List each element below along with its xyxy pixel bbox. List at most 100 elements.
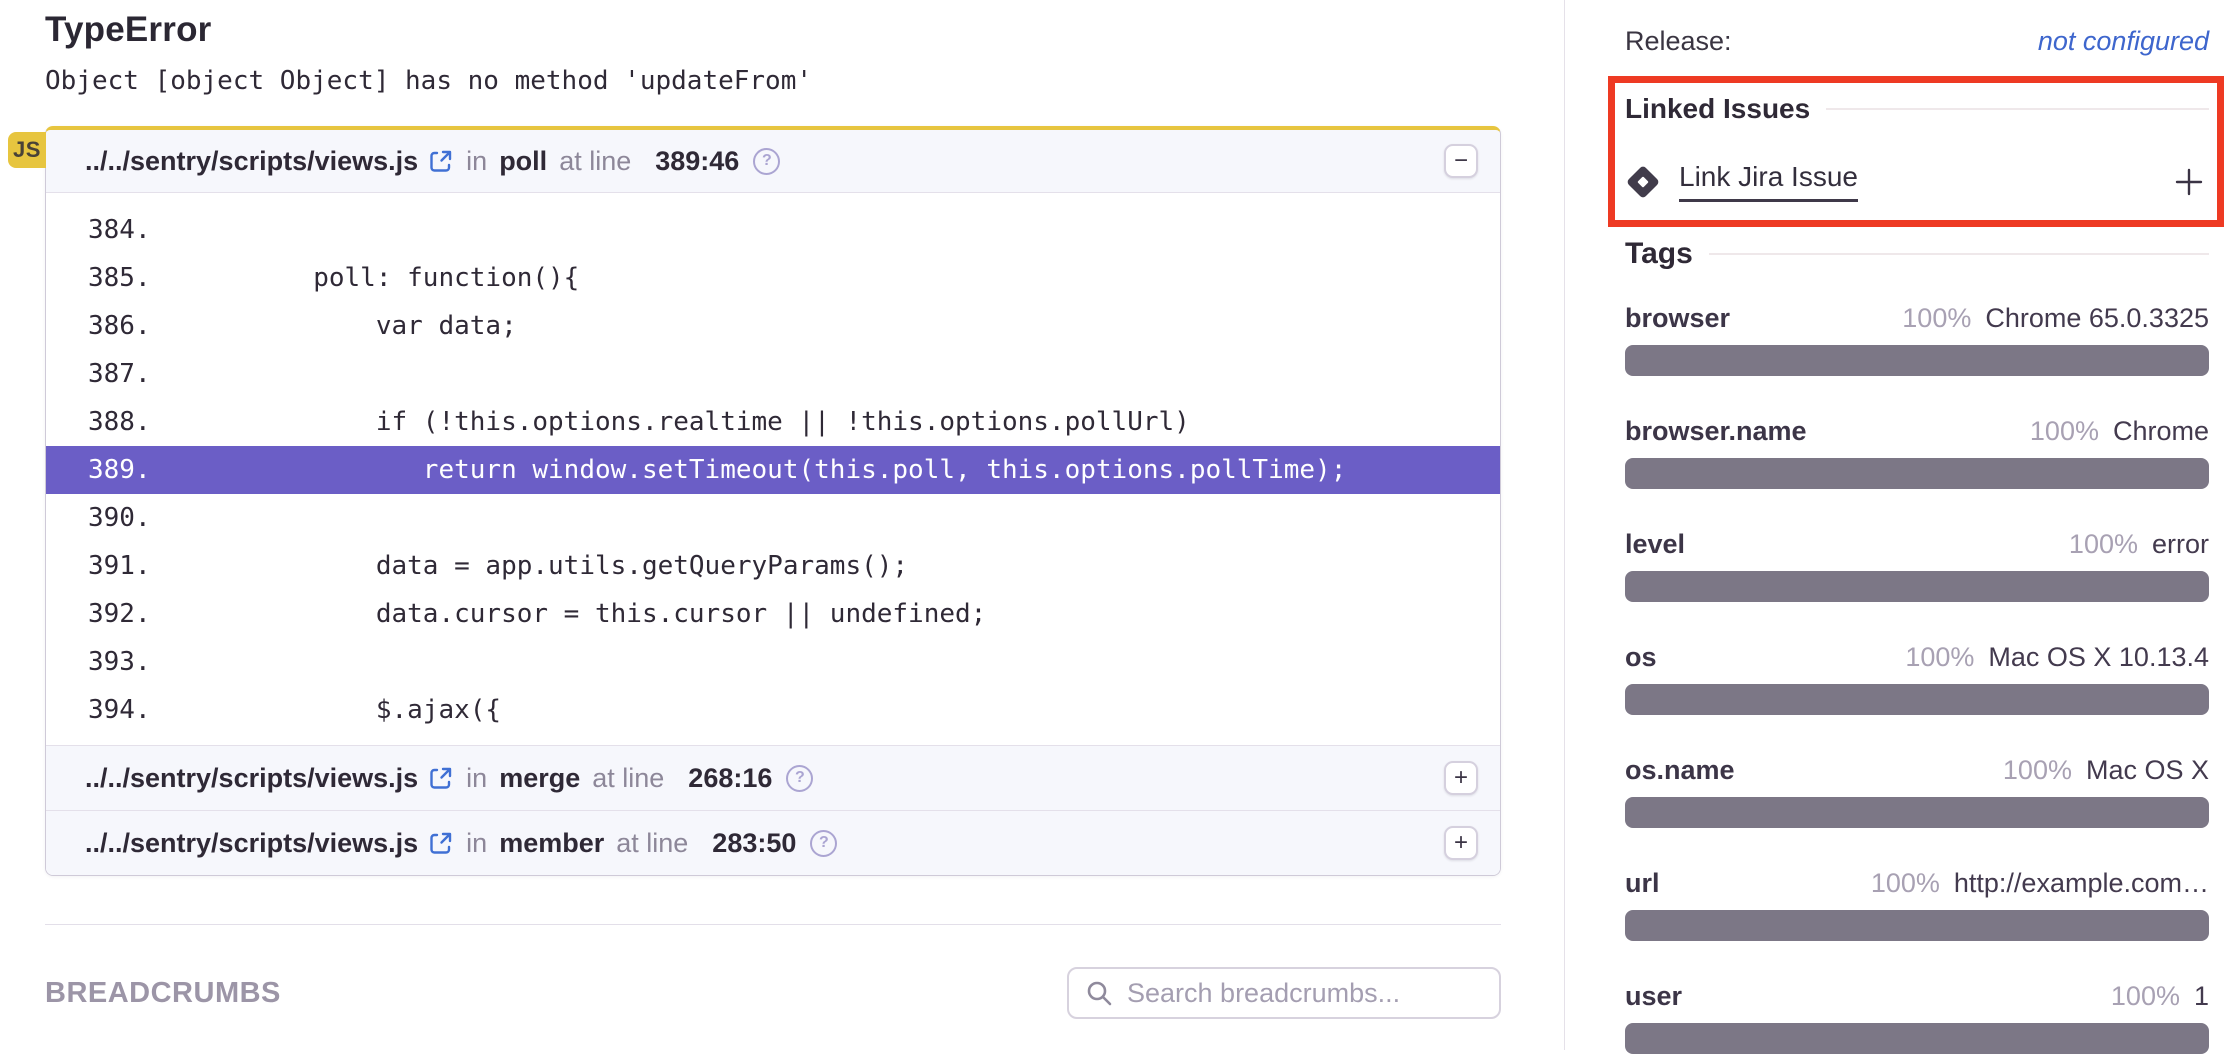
- tags-heading: Tags: [1625, 237, 2209, 271]
- tag-value[interactable]: Chrome 65.0.3325: [1985, 303, 2209, 334]
- tag-value[interactable]: http://example.com…: [1954, 868, 2209, 899]
- line-source: poll: function(){: [188, 254, 579, 302]
- tag-key[interactable]: browser.name: [1625, 416, 1807, 447]
- error-type-title: TypeError: [45, 10, 1501, 50]
- add-linked-issue-plus-icon[interactable]: [2173, 166, 2205, 198]
- tag-key[interactable]: os: [1625, 642, 1657, 673]
- frame-file-path: ../../sentry/scripts/views.js: [85, 828, 418, 859]
- line-number: 385.: [46, 254, 188, 302]
- code-line: 391. data = app.utils.getQueryParams();: [46, 542, 1500, 590]
- linked-issues-heading: Linked Issues: [1625, 93, 2209, 125]
- tag-row-header: user 100% 1: [1625, 981, 2209, 1012]
- tag-distribution-bar[interactable]: [1625, 345, 2209, 376]
- breadcrumbs-search-input[interactable]: [1125, 977, 1483, 1010]
- frame-line-col: 283:50: [712, 828, 796, 859]
- tag-distribution-bar[interactable]: [1625, 684, 2209, 715]
- breadcrumbs-title: BREADCRUMBS: [45, 977, 281, 1010]
- tag-key[interactable]: user: [1625, 981, 1682, 1012]
- frame-file-path: ../../sentry/scripts/views.js: [85, 146, 418, 177]
- line-number: 390.: [46, 494, 188, 542]
- tag-key[interactable]: level: [1625, 529, 1685, 560]
- tags-title: Tags: [1625, 237, 1693, 271]
- code-line: 394. $.ajax({: [46, 686, 1500, 734]
- link-jira-issue-link[interactable]: Link Jira Issue: [1679, 161, 1858, 202]
- tag-distribution-bar[interactable]: [1625, 1023, 2209, 1054]
- tag-percent: 100%: [2030, 416, 2099, 447]
- error-message: Object [object Object] has no method 'up…: [45, 66, 1501, 96]
- frame-line-col: 268:16: [688, 763, 772, 794]
- frame-function-name: merge: [499, 763, 580, 794]
- linked-issues-highlight-box: Linked Issues Link Jira Issue: [1608, 76, 2224, 227]
- heading-rule: [1826, 108, 2209, 110]
- breadcrumbs-section: BREADCRUMBS: [45, 924, 1501, 1019]
- tag-row-header: os.name 100% Mac OS X: [1625, 755, 2209, 786]
- external-link-icon[interactable]: [428, 148, 454, 174]
- code-line: 387.: [46, 350, 1500, 398]
- tag-key[interactable]: os.name: [1625, 755, 1735, 786]
- release-not-configured-link[interactable]: not configured: [2038, 26, 2209, 57]
- tag-row: level 100% error: [1625, 529, 2209, 602]
- external-link-icon[interactable]: [428, 765, 454, 791]
- help-icon[interactable]: ?: [753, 148, 780, 175]
- sidebar: Release: not configured Linked Issues Li…: [1565, 0, 2234, 1050]
- tag-row: browser 100% Chrome 65.0.3325: [1625, 303, 2209, 376]
- frame-function-name: member: [499, 828, 604, 859]
- tag-row: os.name 100% Mac OS X: [1625, 755, 2209, 828]
- tag-value[interactable]: Chrome: [2113, 416, 2209, 447]
- stacktrace-card: JS ../../sentry/scripts/views.js in poll…: [45, 126, 1501, 876]
- line-source: if (!this.options.realtime || !this.opti…: [188, 398, 1190, 446]
- tag-value[interactable]: Mac OS X: [2086, 755, 2209, 786]
- tag-row-header: level 100% error: [1625, 529, 2209, 560]
- code-line: 390.: [46, 494, 1500, 542]
- issue-detail-page: TypeError Object [object Object] has no …: [0, 0, 2234, 1050]
- main-column: TypeError Object [object Object] has no …: [0, 0, 1565, 1050]
- tag-distribution-bar[interactable]: [1625, 797, 2209, 828]
- tag-row: browser.name 100% Chrome: [1625, 416, 2209, 489]
- breadcrumbs-search-box[interactable]: [1067, 967, 1501, 1019]
- tag-row: url 100% http://example.com…: [1625, 868, 2209, 941]
- line-source: return window.setTimeout(this.poll, this…: [188, 446, 1346, 494]
- line-number: 391.: [46, 542, 188, 590]
- tag-distribution-bar[interactable]: [1625, 458, 2209, 489]
- tag-key[interactable]: browser: [1625, 303, 1730, 334]
- tag-value[interactable]: Mac OS X 10.13.4: [1988, 642, 2209, 673]
- line-source: data.cursor = this.cursor || undefined;: [188, 590, 986, 638]
- line-number: 389.: [46, 446, 188, 494]
- frame-line-col: 389:46: [655, 146, 739, 177]
- frame-in-word: in: [466, 763, 487, 794]
- stack-frame-header-poll[interactable]: ../../sentry/scripts/views.js in poll at…: [46, 130, 1500, 193]
- help-icon[interactable]: ?: [810, 830, 837, 857]
- line-number: 393.: [46, 638, 188, 686]
- code-line: 393.: [46, 638, 1500, 686]
- tag-percent: 100%: [2111, 981, 2180, 1012]
- tag-distribution-bar[interactable]: [1625, 910, 2209, 941]
- stack-frame-header-member[interactable]: ../../sentry/scripts/views.js in member …: [46, 810, 1500, 875]
- stack-frame-header-merge[interactable]: ../../sentry/scripts/views.js in merge a…: [46, 745, 1500, 810]
- help-icon[interactable]: ?: [786, 765, 813, 792]
- tag-row: os 100% Mac OS X 10.13.4: [1625, 642, 2209, 715]
- release-row: Release: not configured: [1625, 26, 2209, 57]
- frame-in-word: in: [466, 146, 487, 177]
- line-number: 392.: [46, 590, 188, 638]
- frame-atline-word: at line: [592, 763, 664, 794]
- frame-in-word: in: [466, 828, 487, 859]
- linked-issues-title: Linked Issues: [1625, 93, 1810, 125]
- tag-value[interactable]: 1: [2194, 981, 2209, 1012]
- tag-row-header: url 100% http://example.com…: [1625, 868, 2209, 899]
- expand-frame-button[interactable]: +: [1444, 761, 1478, 795]
- tag-value[interactable]: error: [2152, 529, 2209, 560]
- search-icon: [1085, 979, 1113, 1007]
- tag-distribution-bar[interactable]: [1625, 571, 2209, 602]
- line-number: 388.: [46, 398, 188, 446]
- code-line: 389. return window.setTimeout(this.poll,…: [46, 446, 1500, 494]
- expand-frame-button[interactable]: +: [1444, 826, 1478, 860]
- platform-js-badge: JS: [8, 132, 46, 168]
- line-number: 387.: [46, 350, 188, 398]
- collapse-frame-button[interactable]: −: [1444, 144, 1478, 178]
- tag-percent: 100%: [1905, 642, 1974, 673]
- external-link-icon[interactable]: [428, 830, 454, 856]
- tag-percent: 100%: [2003, 755, 2072, 786]
- tag-row: user 100% 1: [1625, 981, 2209, 1054]
- line-number: 386.: [46, 302, 188, 350]
- tag-key[interactable]: url: [1625, 868, 1660, 899]
